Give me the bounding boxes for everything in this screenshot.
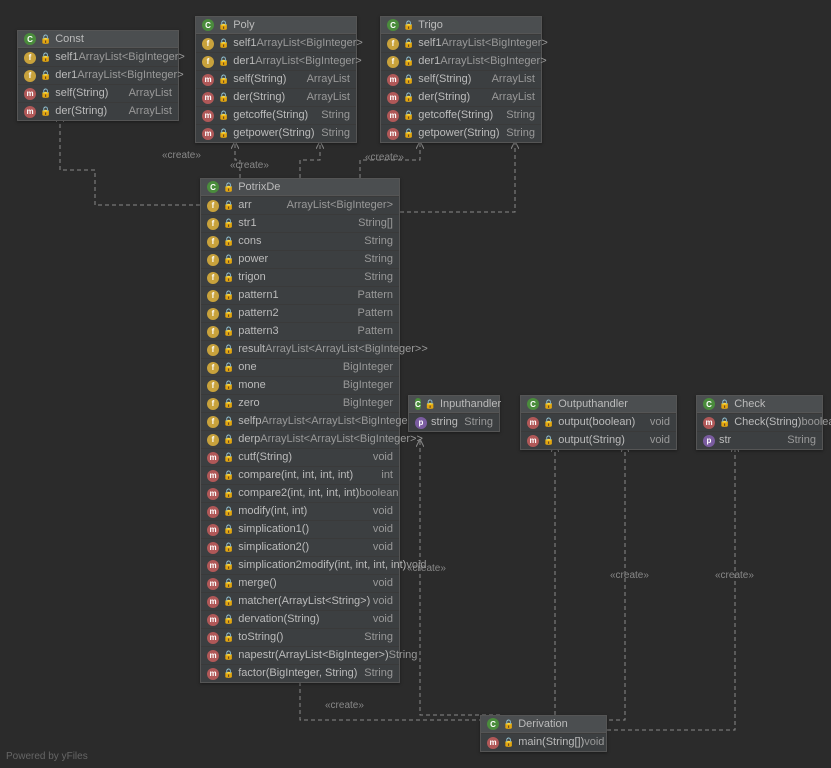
class-title: Outputhandler — [558, 398, 628, 410]
method-row: m🔒merge()void — [201, 574, 399, 592]
class-title: Const — [55, 33, 84, 45]
field-row: f🔒resultArrayList<ArrayList<BigInteger>> — [201, 340, 399, 358]
class-check[interactable]: C🔒Check m🔒Check(String)boolean pstrStrin… — [696, 395, 823, 450]
class-potrixde[interactable]: C🔒PotrixDe f🔒arrArrayList<BigInteger>f🔒s… — [200, 178, 400, 683]
field-row: f🔒arrArrayList<BigInteger> — [201, 196, 399, 214]
field-row: f🔒oneBigInteger — [201, 358, 399, 376]
class-trigo[interactable]: C🔒Trigo f🔒self1ArrayList<BigInteger> f🔒d… — [380, 16, 542, 143]
method-row: m🔒cutf(String)void — [201, 448, 399, 466]
class-title: Trigo — [418, 19, 443, 31]
method-row: m🔒dervation(String)void — [201, 610, 399, 628]
powered-by: Powered by yFiles — [6, 751, 88, 762]
field-row: f🔒str1String[] — [201, 214, 399, 232]
field-row: f🔒consString — [201, 232, 399, 250]
method-row: m🔒matcher(ArrayList<String>)void — [201, 592, 399, 610]
stereotype-label: «create» — [162, 150, 201, 161]
field-row: f🔒zeroBigInteger — [201, 394, 399, 412]
stereotype-label: «create» — [715, 570, 754, 581]
stereotype-label: «create» — [610, 570, 649, 581]
method-row: m🔒simplication1()void — [201, 520, 399, 538]
class-inputhandler[interactable]: C🔒Inputhandler pstringString — [408, 395, 500, 432]
stereotype-label: «create» — [325, 700, 364, 711]
class-title: Check — [734, 398, 765, 410]
field-row: f🔒moneBigInteger — [201, 376, 399, 394]
method-row: m🔒factor(BigInteger, String)String — [201, 664, 399, 682]
class-title: Inputhandler — [440, 398, 501, 410]
uml-canvas: «create» «create» «create» «create» «cre… — [0, 0, 831, 768]
field-row: f🔒trigonString — [201, 268, 399, 286]
class-poly[interactable]: C🔒Poly f🔒self1ArrayList<BigInteger> f🔒de… — [195, 16, 357, 143]
method-row: m🔒toString()String — [201, 628, 399, 646]
field-row: f🔒derpArrayList<ArrayList<BigInteger>> — [201, 430, 399, 448]
stereotype-label: «create» — [365, 152, 404, 163]
method-row: m🔒napestr(ArrayList<BigInteger>)String — [201, 646, 399, 664]
stereotype-label: «create» — [230, 160, 269, 171]
class-title: Poly — [233, 19, 254, 31]
class-const[interactable]: C🔒Const f🔒self1ArrayList<BigInteger> f🔒d… — [17, 30, 179, 121]
class-derivation[interactable]: C🔒Derivation m🔒main(String[])void — [480, 715, 607, 752]
method-row: m🔒simplication2()void — [201, 538, 399, 556]
field-row: f🔒pattern1Pattern — [201, 286, 399, 304]
class-title: PotrixDe — [238, 181, 280, 193]
field-row: f🔒pattern3Pattern — [201, 322, 399, 340]
method-row: m🔒modify(int, int)void — [201, 502, 399, 520]
class-outputhandler[interactable]: C🔒Outputhandler m🔒output(boolean)void m🔒… — [520, 395, 677, 450]
method-row: m🔒compare(int, int, int, int)int — [201, 466, 399, 484]
field-row: f🔒powerString — [201, 250, 399, 268]
method-row: m🔒compare2(int, int, int, int)boolean — [201, 484, 399, 502]
field-row: f🔒selfpArrayList<ArrayList<BigInteger>> — [201, 412, 399, 430]
class-title: Derivation — [518, 718, 568, 730]
method-row: m🔒simplication2modify(int, int, int, int… — [201, 556, 399, 574]
field-row: f🔒pattern2Pattern — [201, 304, 399, 322]
